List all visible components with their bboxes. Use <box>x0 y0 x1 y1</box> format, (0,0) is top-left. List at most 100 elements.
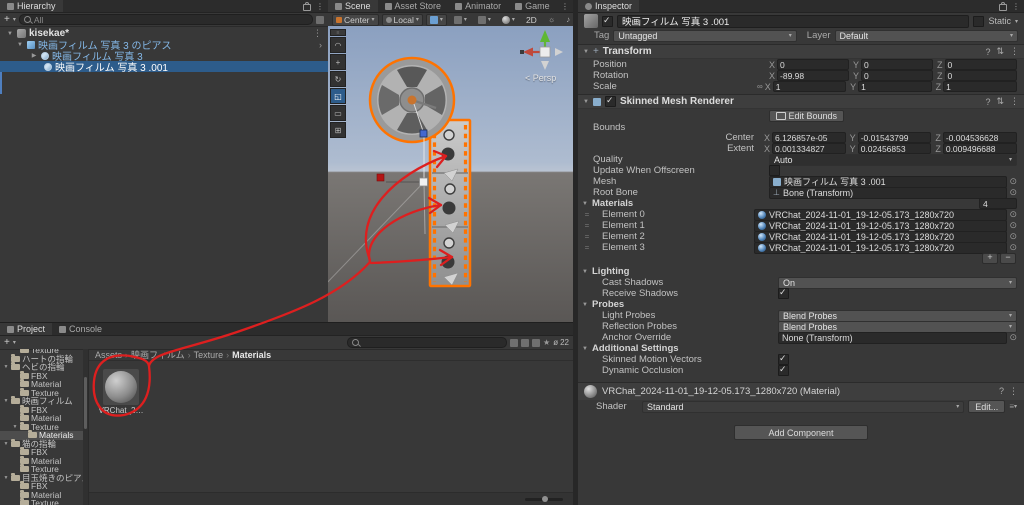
scene-lighting-toggle[interactable]: ☼ <box>544 14 559 26</box>
project-search-input[interactable] <box>347 337 508 348</box>
help-icon[interactable]: ? <box>999 386 1004 397</box>
object-picker-icon[interactable]: ⊙ <box>1009 332 1017 343</box>
create-caret-icon[interactable]: ▾ <box>13 16 16 23</box>
tab-scene[interactable]: Scene <box>328 0 378 12</box>
static-flags-caret-icon[interactable]: ▾ <box>1015 18 1018 25</box>
constrain-proportions-icon[interactable]: ∞ <box>757 82 763 91</box>
additional-settings-foldout-label[interactable]: Additional Settings <box>592 343 679 354</box>
remove-element-button[interactable]: − <box>1000 252 1016 264</box>
breadcrumb-current[interactable]: Materials <box>232 350 271 360</box>
tool-overlay-grip[interactable]: ≡ <box>330 29 346 36</box>
menu-dots-icon[interactable]: ⋮ <box>1010 46 1019 57</box>
update-offscreen-checkbox[interactable] <box>769 165 780 176</box>
center-z-field[interactable]: -0.004536628 <box>942 132 1018 143</box>
extent-z-field[interactable]: 0.009496688 <box>942 143 1018 154</box>
dynamic-occlusion-checkbox[interactable] <box>778 364 789 376</box>
active-checkbox[interactable] <box>602 15 613 27</box>
hidden-packages-toggle[interactable]: ø 22 <box>553 338 569 347</box>
receive-shadows-checkbox[interactable] <box>778 287 789 299</box>
drag-handle-icon[interactable]: = <box>578 243 592 252</box>
edit-shader-button[interactable]: Edit... <box>968 400 1006 413</box>
reflection-probes-dropdown[interactable]: Blend Probes ▾ <box>778 320 1017 333</box>
mesh-object-field[interactable]: 映画フィルム 写真 3 .001 <box>769 175 1008 188</box>
rotate-tool-button[interactable]: ↻ <box>330 71 346 87</box>
menu-dots-icon[interactable]: ⋮ <box>561 2 569 11</box>
foldout-open-icon[interactable]: ▼ <box>16 42 24 48</box>
scene-viewport[interactable]: ≡ ◠ + ↻ ◱ ▭ ⊞ < Persp <box>328 26 573 322</box>
static-checkbox[interactable] <box>973 15 985 27</box>
scale-z-field[interactable]: 1 <box>943 81 1018 92</box>
foldout-open-icon[interactable]: ▼ <box>12 424 18 430</box>
rect-tool-button[interactable]: ▭ <box>330 105 346 121</box>
lock-icon[interactable] <box>999 1 1007 11</box>
material-element-field[interactable]: VRChat_2024-11-01_19-12-05.173_1280x720 <box>754 230 1008 243</box>
foldout-open-icon[interactable]: ▼ <box>3 441 9 447</box>
measure-button[interactable]: ▾ <box>474 14 495 26</box>
add-component-button[interactable]: Add Component <box>734 425 868 440</box>
menu-dots-icon[interactable]: ⋮ <box>1012 2 1020 11</box>
add-element-button[interactable]: + <box>982 252 998 264</box>
object-picker-icon[interactable]: ⊙ <box>1009 220 1017 231</box>
foldout-closed-icon[interactable]: ▶ <box>30 52 38 59</box>
skinned-mesh-renderer-header[interactable]: ▼ Skinned Mesh Renderer ? ⇅ ⋮ <box>578 94 1024 109</box>
tree-scrollbar[interactable] <box>83 349 88 505</box>
foldout-open-icon[interactable]: ▼ <box>578 269 592 275</box>
breadcrumb-folder[interactable]: Texture <box>194 350 224 360</box>
tab-animator[interactable]: Animator <box>448 0 508 12</box>
foldout-open-icon[interactable]: ▼ <box>6 31 14 37</box>
material-header[interactable]: VRChat_2024-11-01_19-12-05.173_1280x720 … <box>578 382 1024 400</box>
scale-y-field[interactable]: 1 <box>858 81 932 92</box>
material-element-field[interactable]: VRChat_2024-11-01_19-12-05.173_1280x720 <box>754 219 1008 232</box>
hierarchy-row-prefab-root[interactable]: ▼ 映画フィルム 写真 3 のピアス › <box>0 39 328 53</box>
rotation-x-field[interactable]: -89.98 <box>777 70 849 81</box>
drag-handle-icon[interactable]: = <box>578 232 592 241</box>
hierarchy-search-input[interactable]: All <box>18 14 313 25</box>
material-asset[interactable]: VRChat_2… <box>99 369 143 415</box>
search-by-label-icon[interactable] <box>521 338 530 347</box>
material-element-field[interactable]: VRChat_2024-11-01_19-12-05.173_1280x720 <box>754 241 1008 254</box>
camera-mode-label[interactable]: < Persp <box>525 73 556 83</box>
search-info-icon[interactable] <box>532 338 541 347</box>
create-asset-button[interactable]: + <box>4 337 10 348</box>
shader-dropdown[interactable]: Standard ▾ <box>642 400 965 413</box>
snap-increment-button[interactable]: ▾ <box>450 14 471 26</box>
breadcrumb-folder[interactable]: 映画フィルム <box>131 348 185 361</box>
materials-count-field[interactable]: 4 <box>979 198 1017 209</box>
tab-project[interactable]: Project <box>0 323 53 335</box>
presets-icon[interactable]: ⇅ <box>996 96 1004 107</box>
tab-inspector[interactable]: Inspector <box>578 0 640 12</box>
help-icon[interactable]: ? <box>985 47 990 57</box>
lock-icon[interactable] <box>303 1 311 11</box>
edit-bounds-button[interactable]: Edit Bounds <box>769 109 845 122</box>
rotation-y-field[interactable]: 0 <box>861 70 933 81</box>
foldout-open-icon[interactable]: ▼ <box>578 302 592 308</box>
pivot-toggle-button[interactable]: Center ▾ <box>332 13 379 26</box>
search-by-type-icon[interactable] <box>510 338 519 347</box>
move-tool-button[interactable]: + <box>330 54 346 70</box>
foldout-open-icon[interactable]: ▼ <box>3 475 9 481</box>
foldout-open-icon[interactable]: ▼ <box>3 364 9 370</box>
lighting-foldout-label[interactable]: Lighting <box>592 266 629 277</box>
transform-tool-button[interactable]: ⊞ <box>330 122 346 138</box>
position-x-field[interactable]: 0 <box>777 59 849 70</box>
foldout-open-icon[interactable]: ▼ <box>583 49 589 55</box>
scale-x-field[interactable]: 1 <box>772 81 847 92</box>
drag-handle-icon[interactable]: = <box>578 221 592 230</box>
position-y-field[interactable]: 0 <box>861 59 933 70</box>
thumbnail-size-slider[interactable] <box>525 496 563 502</box>
save-search-star-icon[interactable]: ★ <box>543 338 550 347</box>
hierarchy-row-selected[interactable]: 映画フィルム 写真 3 .001 <box>0 61 328 74</box>
tab-console[interactable]: Console <box>52 323 109 335</box>
foldout-open-icon[interactable]: ▼ <box>578 201 592 207</box>
center-x-field[interactable]: 6.126857e-05 <box>772 132 846 143</box>
scale-tool-button[interactable]: ◱ <box>330 88 346 104</box>
anchor-override-field[interactable]: None (Transform) <box>778 331 1008 344</box>
gameobject-name-field[interactable]: 映画フィルム 写真 3 .001 <box>617 14 970 28</box>
foldout-open-icon[interactable]: ▼ <box>3 398 9 404</box>
asset-grid[interactable]: VRChat_2… <box>89 361 573 492</box>
center-y-field[interactable]: -0.01543799 <box>857 132 932 143</box>
space-toggle-button[interactable]: Local ▾ <box>381 13 423 26</box>
menu-dots-icon[interactable]: ⋮ <box>1009 386 1018 397</box>
cast-shadows-dropdown[interactable]: On ▾ <box>778 276 1017 289</box>
object-picker-icon[interactable]: ⊙ <box>1009 176 1017 187</box>
